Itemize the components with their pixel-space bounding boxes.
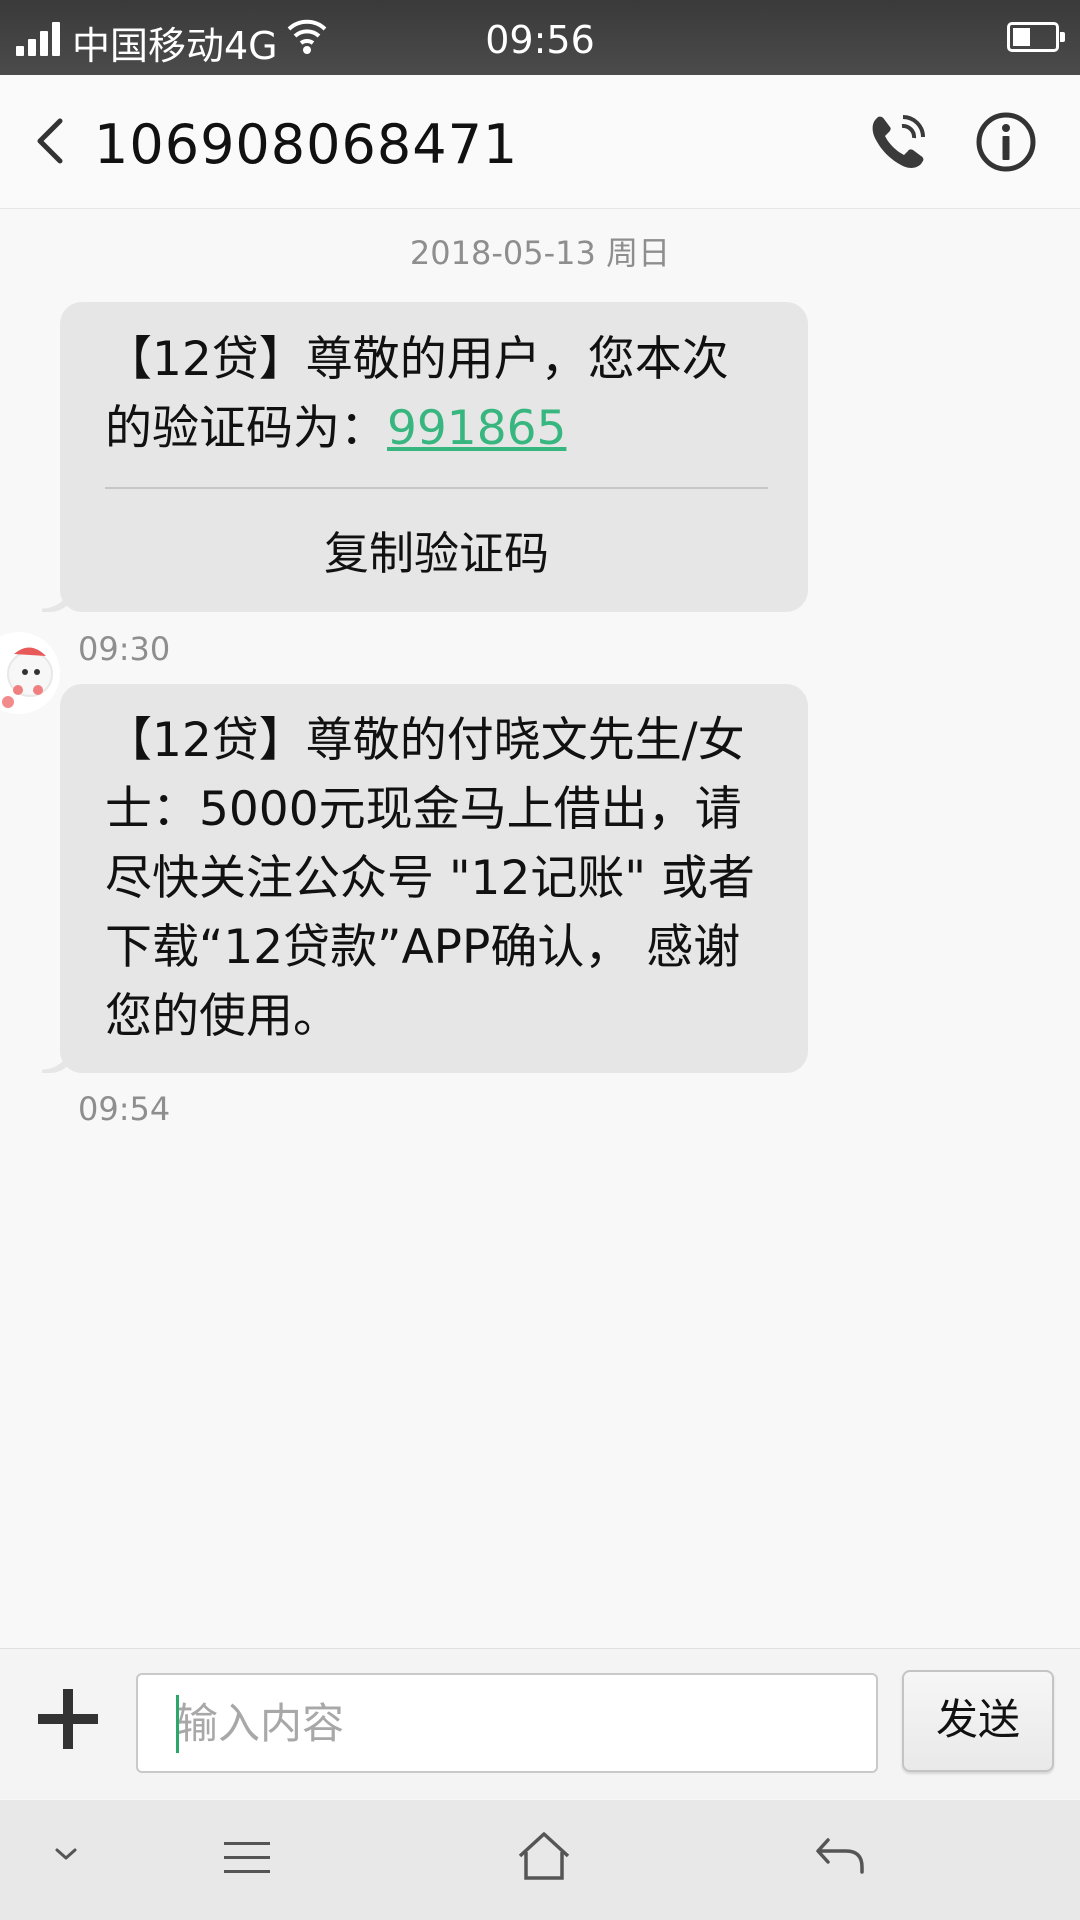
message-text: 【12贷】尊敬的用户，您本次的验证码为：991865 xyxy=(105,302,768,463)
message-text: 【12贷】尊敬的付晓文先生/女士：5000元现金马上借出，请尽快关注公众号 "1… xyxy=(105,713,755,1044)
bubble-tail xyxy=(42,1039,76,1073)
sender-avatar[interactable] xyxy=(0,632,60,714)
conversation-header: 106908068471 xyxy=(0,75,1080,209)
status-time: 09:56 xyxy=(485,18,595,62)
message-bubble[interactable]: 【12贷】尊敬的付晓文先生/女士：5000元现金马上借出，请尽快关注公众号 "1… xyxy=(42,684,808,1073)
message-input[interactable] xyxy=(136,1673,878,1773)
composer-bar: 发送 xyxy=(0,1648,1080,1799)
menu-icon[interactable] xyxy=(222,1838,272,1878)
message-time: 09:54 xyxy=(78,1090,171,1128)
contact-title: 106908068471 xyxy=(94,113,519,176)
bubble-tail xyxy=(42,578,76,612)
back-arrow-icon[interactable] xyxy=(30,115,74,167)
status-bar: 中国移动4G 09:56 xyxy=(0,0,1080,75)
back-icon[interactable] xyxy=(814,1834,866,1878)
battery-icon xyxy=(1007,22,1065,52)
send-button[interactable]: 发送 xyxy=(902,1670,1054,1772)
message-time: 09:30 xyxy=(78,630,171,668)
info-icon[interactable] xyxy=(975,111,1037,173)
plus-icon[interactable] xyxy=(38,1689,98,1749)
date-separator: 2018-05-13 周日 xyxy=(409,234,671,272)
text-caret xyxy=(176,1695,179,1753)
copy-code-button[interactable]: 复制验证码 xyxy=(105,489,768,582)
message-bubble[interactable]: 【12贷】尊敬的用户，您本次的验证码为：991865 复制验证码 xyxy=(42,302,808,612)
home-icon[interactable] xyxy=(516,1830,572,1884)
avatar-image xyxy=(2,647,53,708)
verification-code-link[interactable]: 991865 xyxy=(387,401,566,456)
collapse-chevron-icon[interactable] xyxy=(52,1844,80,1864)
phone-call-icon[interactable] xyxy=(866,111,928,173)
navigation-bar xyxy=(0,1800,1080,1920)
